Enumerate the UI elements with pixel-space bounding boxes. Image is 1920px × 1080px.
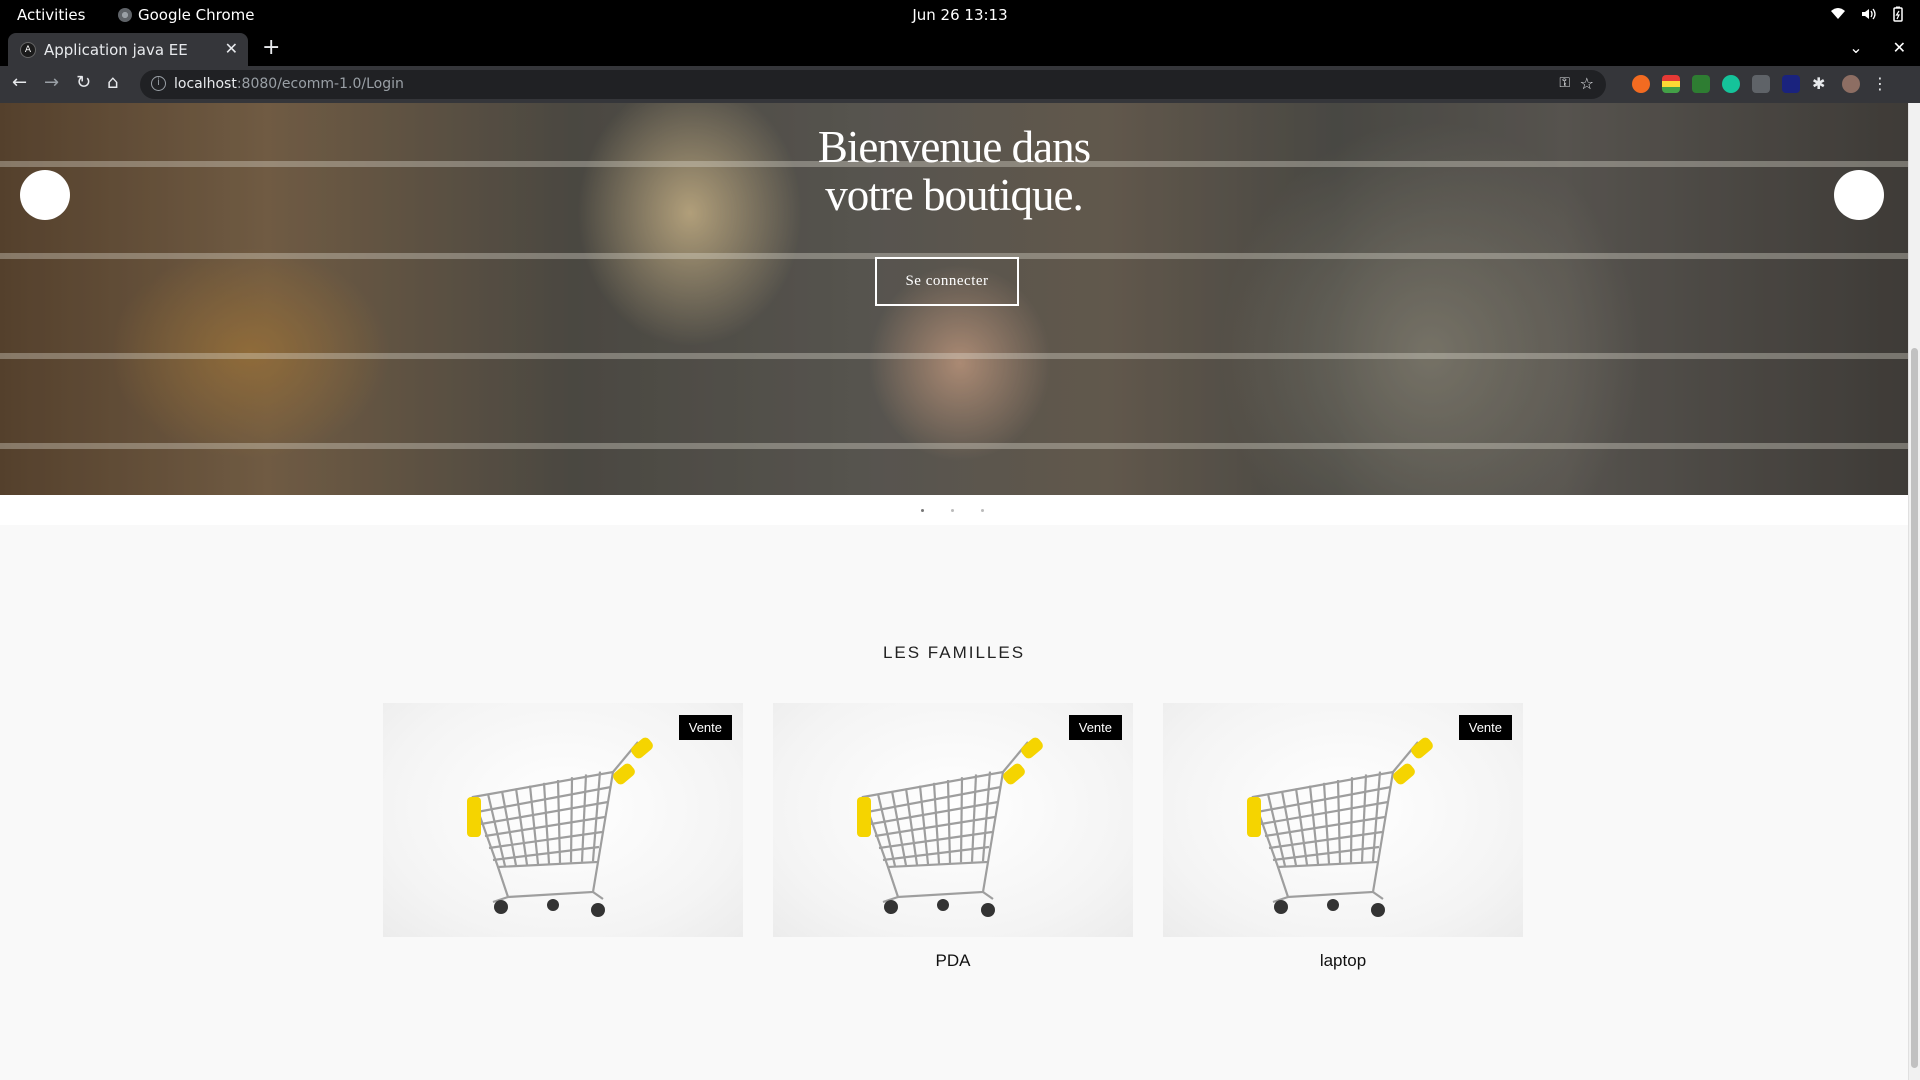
login-button[interactable]: Se connecter [875,257,1019,306]
tab-strip: A Application java EE ✕ ⌄ ✕ [0,30,1920,66]
tab-favicon-icon: A [20,42,36,58]
carousel-dot[interactable] [921,509,924,512]
system-tray[interactable] [1830,6,1906,22]
family-name[interactable]: PDA [773,951,1133,973]
carousel-dots [0,495,1908,525]
reload-icon[interactable]: ↻ [76,72,91,93]
family-name[interactable] [383,951,743,973]
shopping-cart-icon [857,737,1043,917]
clock[interactable]: Jun 26 13:13 [912,6,1007,24]
sale-badge: Vente [1068,715,1122,740]
family-image[interactable]: Vente [383,703,743,937]
address-bar[interactable]: i localhost:8080/ecomm-1.0/Login ⚿ ☆ [140,70,1606,99]
wifi-icon [1831,8,1845,19]
url-text[interactable]: localhost:8080/ecomm-1.0/Login [174,76,404,92]
extension-orange-icon[interactable] [1632,75,1650,93]
hero-title: Bienvenue dans votre boutique. [817,122,1091,220]
chrome-menu-icon[interactable]: ⋮ [1872,75,1890,93]
browser-toolbar: ← → ↻ ⌂ i localhost:8080/ecomm-1.0/Login… [0,66,1920,103]
sale-badge: Vente [1458,715,1512,740]
profile-avatar[interactable] [1842,75,1860,93]
family-card[interactable]: Vente [383,703,743,973]
activities-button[interactable]: Activities [17,6,85,24]
window-close-icon[interactable]: ✕ [1893,38,1906,57]
family-card[interactable]: Vente PDA [773,703,1133,973]
back-icon[interactable]: ← [12,72,27,93]
scrollbar-thumb[interactable] [1911,348,1918,1068]
carousel-next-button[interactable] [1834,170,1884,220]
extension-gray-icon[interactable] [1752,75,1770,93]
shopping-cart-icon [1247,737,1433,917]
sale-badge: Vente [678,715,732,740]
chrome-icon [118,8,132,22]
page-viewport: Bienvenue dans votre boutique. Se connec… [0,103,1908,1080]
extensions-row: ✱ ⋮ [1632,75,1890,93]
volume-icon [1862,8,1876,20]
hero-carousel: Bienvenue dans votre boutique. Se connec… [0,103,1908,495]
extension-green-icon[interactable] [1692,75,1710,93]
new-tab-icon[interactable]: + [262,35,280,60]
browser-tab-active[interactable]: A Application java EE ✕ [8,33,248,66]
system-top-bar: Activities Google Chrome Jun 26 13:13 [0,0,1920,30]
app-name: Google Chrome [138,6,255,24]
carousel-prev-button[interactable] [20,170,70,220]
carousel-dot[interactable] [981,509,984,512]
family-name[interactable]: laptop [1163,951,1523,973]
shopping-cart-icon [467,737,653,917]
home-icon[interactable]: ⌂ [107,72,118,93]
family-image[interactable]: Vente [773,703,1133,937]
grammarly-icon[interactable] [1722,75,1740,93]
app-menu[interactable]: Google Chrome [118,6,255,24]
page-scrollbar[interactable] [1908,103,1920,1080]
site-info-icon[interactable]: i [151,76,166,91]
tab-close-icon[interactable]: ✕ [225,39,238,58]
tab-title: Application java EE [44,41,188,59]
family-image[interactable]: Vente [1163,703,1523,937]
carousel-dot[interactable] [951,509,954,512]
password-key-icon[interactable]: ⚿ [1559,75,1570,91]
extensions-puzzle-icon[interactable]: ✱ [1812,75,1830,93]
forward-icon[interactable]: → [44,72,59,93]
battery-icon [1893,6,1903,22]
bookmark-star-icon[interactable]: ☆ [1580,74,1594,93]
extension-f-icon[interactable] [1782,75,1800,93]
tab-search-icon[interactable]: ⌄ [1849,38,1862,57]
family-card[interactable]: Vente laptop [1163,703,1523,973]
extension-stripes-icon[interactable] [1662,75,1680,93]
section-title: LES FAMILLES [882,643,1026,662]
